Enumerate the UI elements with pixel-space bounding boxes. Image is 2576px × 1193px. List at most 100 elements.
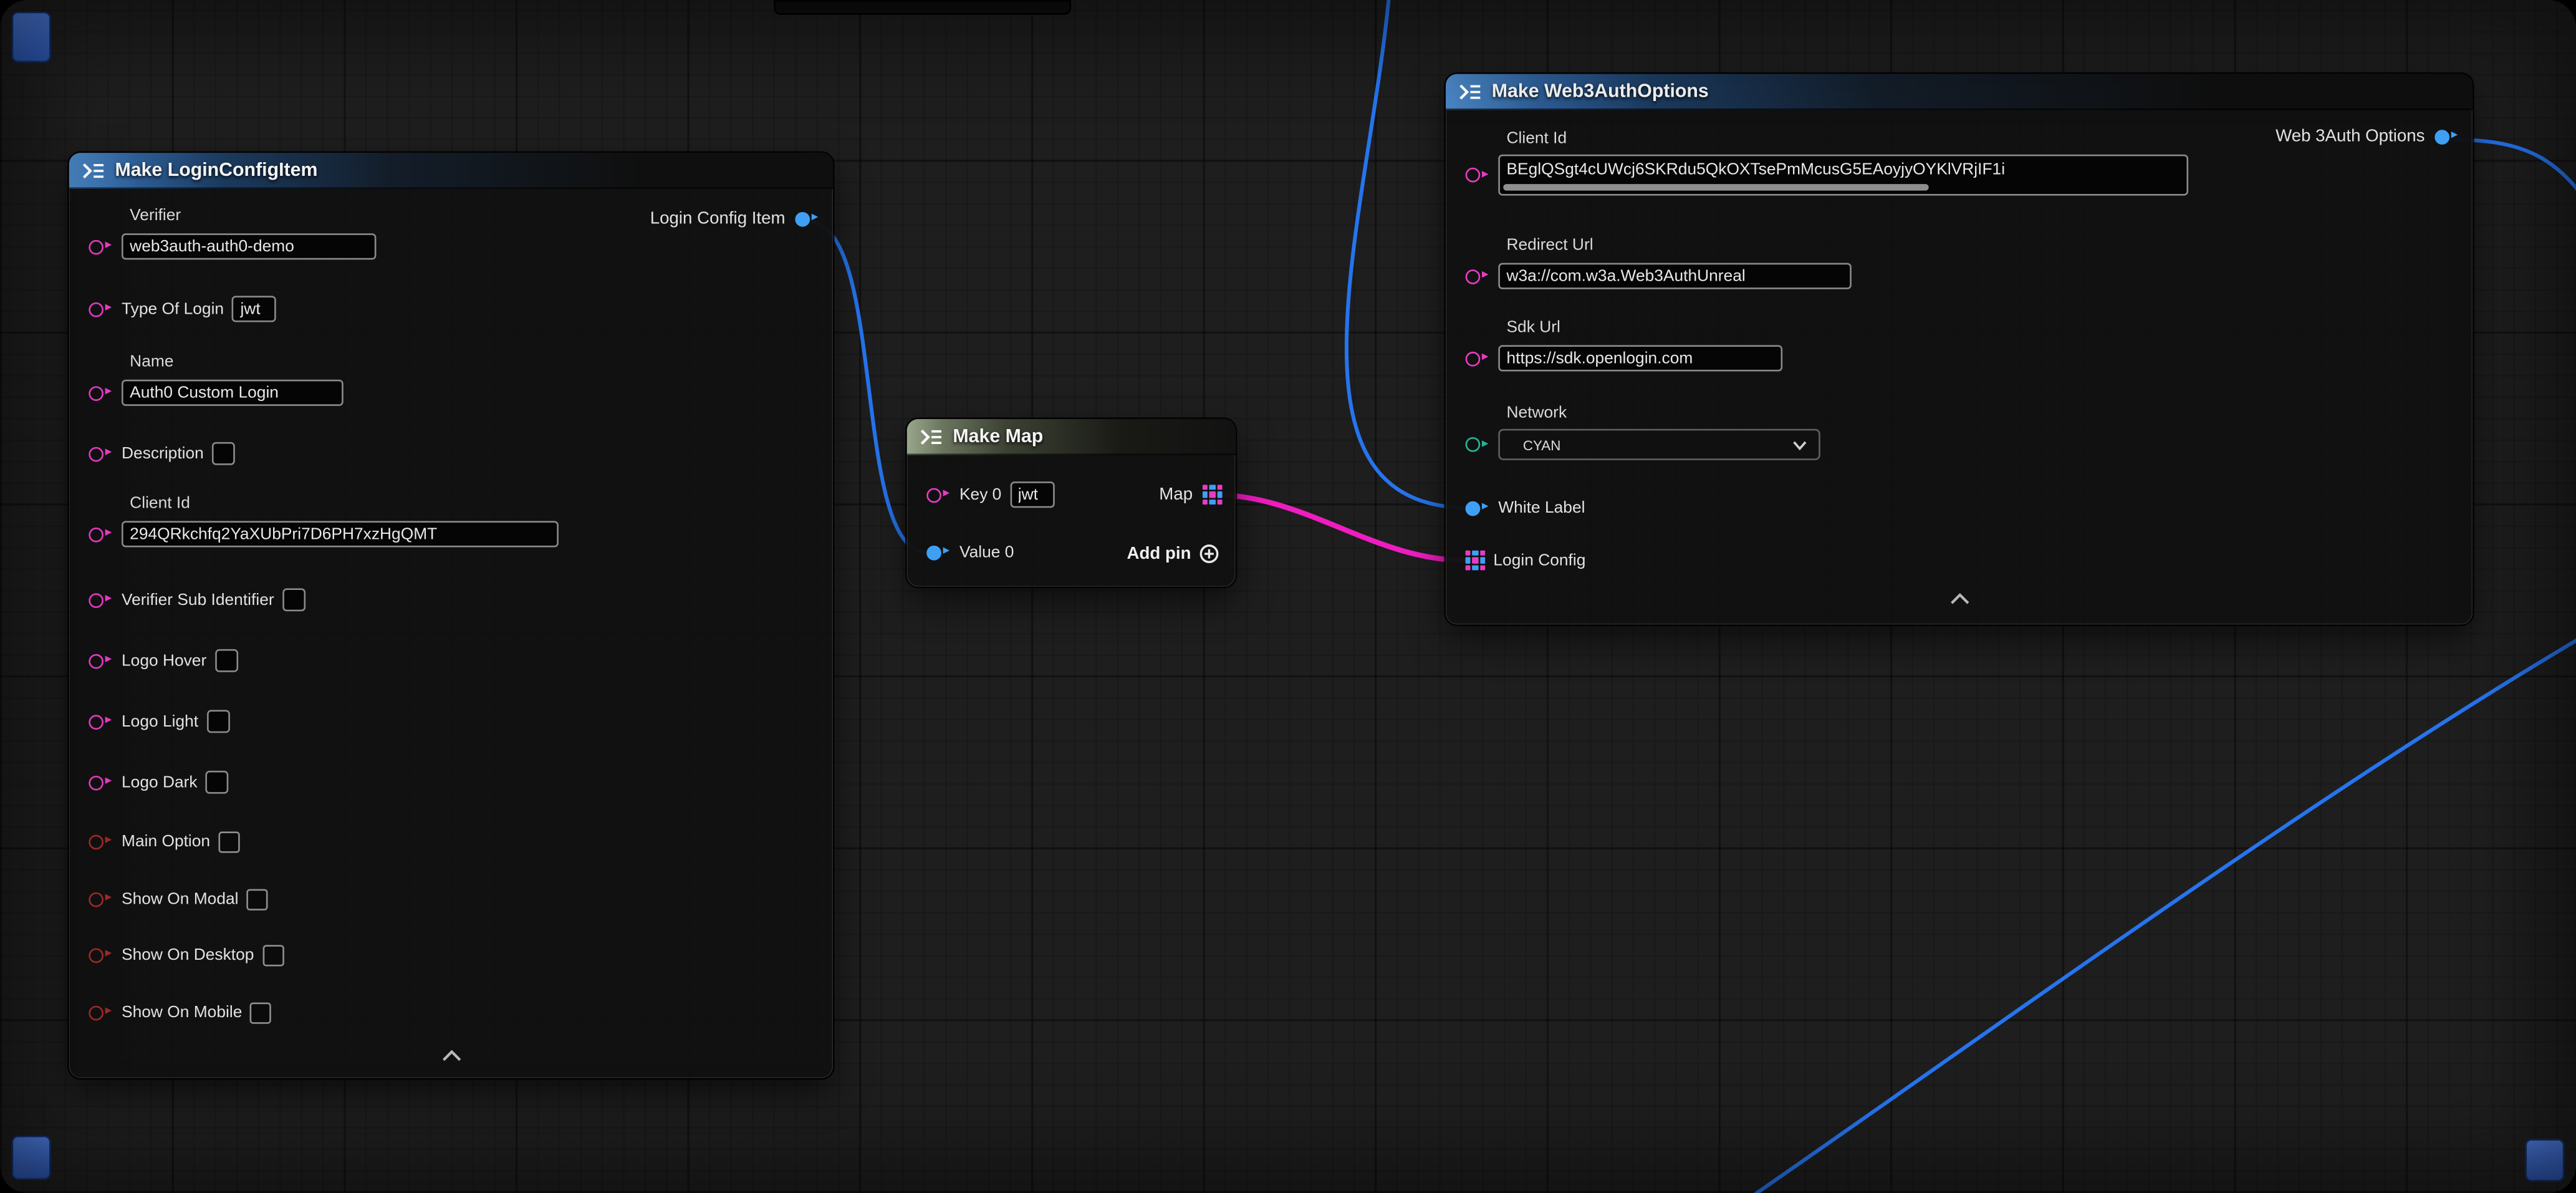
field-white-label: White Label [1466,493,1585,523]
verifier-sub-identifier-input[interactable] [282,588,305,611]
client-id-value: BEglQSgt4cUWcj6SKRdu5QkOXTsePmMcusG5EAoy… [1506,161,2181,179]
output-login-config-item: Login Config Item [650,209,820,229]
verifier-pin[interactable] [89,238,113,256]
show-on-modal-pin[interactable] [89,890,113,908]
make-struct-icon [82,162,105,178]
client-id-input[interactable] [122,521,559,547]
main-option-checkbox[interactable] [218,831,239,852]
node-make-web3authoptions[interactable]: Make Web3AuthOptions Web 3Auth Options C… [1446,74,2473,625]
field-sdk-url: Sdk Url [1466,319,1783,373]
key-0-input[interactable] [1010,481,1054,508]
offscreen-node-bottom-right[interactable] [2525,1139,2564,1182]
redirect-url-pin[interactable] [1466,267,1491,285]
node-make-map[interactable]: Make Map Key 0 Map Value 0 Add pin [907,419,1236,587]
field-label: Show On Modal [122,890,239,908]
logo-hover-pin[interactable] [89,652,113,670]
output-map: Map [1159,480,1222,509]
main-option-pin[interactable] [89,833,113,851]
description-pin[interactable] [89,445,113,463]
login-config-pin[interactable] [1466,551,1486,571]
offscreen-node-top[interactable] [774,0,1071,15]
key-0-pin[interactable] [926,486,951,504]
name-pin[interactable] [89,384,113,402]
field-label: Key 0 [959,486,1001,504]
offscreen-node-bottom-left[interactable] [11,1136,50,1180]
show-on-desktop-pin[interactable] [89,946,113,964]
show-on-modal-checkbox[interactable] [247,888,268,909]
logo-hover-input[interactable] [214,649,238,672]
network-dropdown[interactable]: CYAN [1498,429,1820,460]
field-label: Client Id [1506,130,2188,150]
field-main-option: Main Option [89,827,239,856]
field-label: Verifier Sub Identifier [122,591,274,609]
logo-dark-pin[interactable] [89,773,113,791]
collapse-button[interactable] [440,1048,463,1061]
logo-light-pin[interactable] [89,712,113,730]
field-verifier: Verifier [89,207,376,261]
wire-bottom-right-diagonal[interactable] [1728,608,2576,1193]
plus-circle-icon [1199,544,1219,564]
output-label: Web 3Auth Options [2276,127,2425,147]
field-label: Logo Dark [122,773,198,791]
field-label: Main Option [122,833,210,851]
client-id-pin[interactable] [1466,166,1491,184]
sdk-url-pin[interactable] [1466,349,1491,367]
show-on-mobile-pin[interactable] [89,1003,113,1022]
collapse-button[interactable] [1948,592,1971,605]
field-label: White Label [1498,499,1585,517]
field-show-on-mobile: Show On Mobile [89,998,271,1027]
output-web3auth-options: Web 3Auth Options [2276,127,2459,147]
map-out-pin[interactable] [1203,485,1223,505]
field-label: Description [122,445,204,463]
show-on-mobile-checkbox[interactable] [251,1002,272,1023]
web3auth-options-out-pin[interactable] [2434,127,2459,145]
field-label: Logo Light [122,712,198,730]
field-label: Logo Hover [122,652,206,670]
verifier-sub-identifier-pin[interactable] [89,591,113,609]
client-id-input[interactable]: BEglQSgt4cUWcj6SKRdu5QkOXTsePmMcusG5EAoy… [1498,155,2188,196]
node-header[interactable]: Make LoginConfigItem [69,153,833,189]
field-label: Sdk Url [1506,319,1782,339]
redirect-url-input[interactable] [1498,263,1852,289]
field-network: Network CYAN [1466,404,1820,460]
field-label: Login Config [1493,551,1585,569]
field-label: Redirect Url [1506,236,1851,256]
add-pin-button[interactable]: Add pin [1127,539,1219,568]
offscreen-node-top-left[interactable] [11,11,50,62]
node-title: Make LoginConfigItem [115,160,317,180]
description-input[interactable] [212,442,235,465]
logo-dark-input[interactable] [206,771,229,794]
show-on-desktop-checkbox[interactable] [262,944,284,965]
blueprint-graph-canvas[interactable]: Make LoginConfigItem Login Config Item V… [0,0,2576,1193]
field-client-id: Client Id BEglQSgt4cUWcj6SKRdu5QkOXTsePm… [1466,130,2188,195]
chevron-up-icon [1949,592,1969,604]
network-pin[interactable] [1466,435,1491,453]
field-client-id: Client Id [89,495,559,549]
field-type-of-login: Type Of Login [89,294,276,324]
name-input[interactable] [122,380,344,406]
login-config-item-out-pin[interactable] [795,210,820,228]
field-show-on-modal: Show On Modal [89,884,268,914]
verifier-input[interactable] [122,233,376,259]
client-id-scrollbar[interactable] [1503,184,1929,191]
logo-light-input[interactable] [206,710,229,733]
field-label: Show On Mobile [122,1003,242,1022]
type-of-login-pin[interactable] [89,300,113,318]
value-0-pin[interactable] [926,543,951,561]
chevron-up-icon [441,1050,461,1061]
node-header[interactable]: Make Map [907,419,1236,455]
node-header[interactable]: Make Web3AuthOptions [1446,74,2473,110]
node-make-loginconfigitem[interactable]: Make LoginConfigItem Login Config Item V… [69,153,833,1078]
field-key-0: Key 0 [926,480,1054,509]
add-pin-label: Add pin [1127,544,1191,564]
client-id-pin[interactable] [89,525,113,543]
blueprint-editor: Make LoginConfigItem Login Config Item V… [0,0,2576,1193]
type-of-login-input[interactable] [232,296,276,322]
make-struct-icon [1459,83,1482,99]
sdk-url-input[interactable] [1498,345,1782,371]
field-name: Name [89,354,343,408]
field-label: Network [1506,404,1820,424]
field-redirect-url: Redirect Url [1466,236,1852,291]
node-title: Make Web3AuthOptions [1492,81,1709,101]
white-label-pin[interactable] [1466,499,1491,517]
